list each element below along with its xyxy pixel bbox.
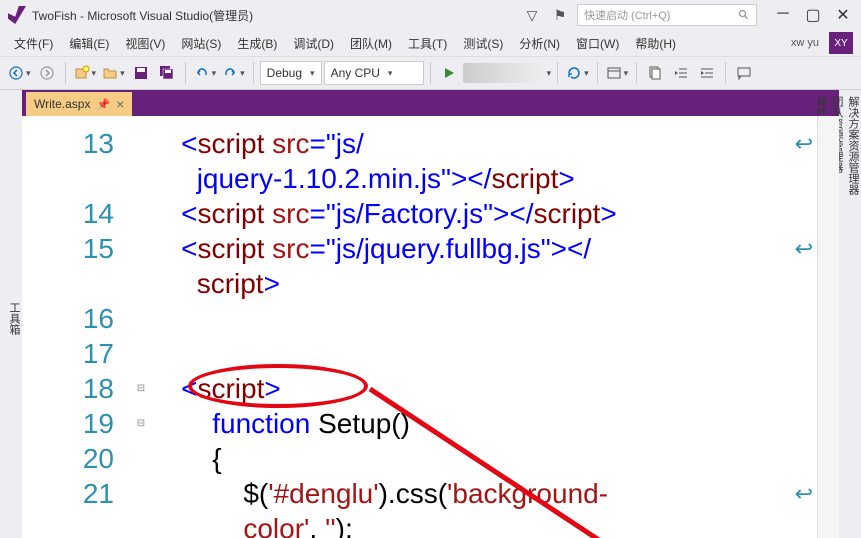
menu-edit[interactable]: 编辑(E) bbox=[63, 33, 115, 54]
document-tab[interactable]: Write.aspx 📌 × bbox=[26, 92, 132, 116]
user-name[interactable]: xw yu bbox=[791, 37, 819, 49]
config-dropdown[interactable]: Debug▾ bbox=[260, 61, 322, 85]
menu-team[interactable]: 团队(M) bbox=[344, 33, 398, 54]
tab-close-icon[interactable]: × bbox=[116, 96, 124, 112]
wrap-glyph-icon: ↩ bbox=[795, 481, 813, 507]
menu-debug[interactable]: 调试(D) bbox=[287, 33, 340, 54]
window-title: TwoFish - Microsoft Visual Studio(管理员) bbox=[32, 7, 253, 24]
fold-gutter: ⊟⊟ bbox=[132, 116, 150, 538]
code-content[interactable]: <script src="js/ jquery-1.10.2.min.js"><… bbox=[150, 116, 817, 538]
menu-analyze[interactable]: 分析(N) bbox=[513, 33, 566, 54]
menu-window[interactable]: 窗口(W) bbox=[570, 33, 625, 54]
undo-button[interactable]: ▾ bbox=[192, 61, 219, 85]
right-panel-tabs: 解决方案资源管理器 团队资源管理器 属性 bbox=[839, 90, 861, 538]
toolbox-panel-tab[interactable]: 工具箱 bbox=[0, 90, 22, 538]
new-project-button[interactable]: ▾ bbox=[72, 61, 99, 85]
scrollbar[interactable] bbox=[817, 116, 839, 538]
copy-button[interactable] bbox=[643, 61, 667, 85]
solution-explorer-tab[interactable]: 解决方案资源管理器 bbox=[845, 96, 861, 530]
comment-button[interactable] bbox=[732, 61, 756, 85]
menu-tools[interactable]: 工具(T) bbox=[402, 33, 453, 54]
outdent-button[interactable] bbox=[669, 61, 693, 85]
menu-view[interactable]: 视图(V) bbox=[119, 33, 171, 54]
browser-selector[interactable] bbox=[463, 63, 543, 83]
menu-test[interactable]: 测试(S) bbox=[457, 33, 509, 54]
toolbar: ▾ ▾ ▾ ▾ ▾ Debug▾ Any CPU▾ ▾ ▾ ▾ bbox=[0, 56, 861, 90]
feedback-icon[interactable]: ⚑ bbox=[549, 4, 571, 26]
user-avatar[interactable]: XY bbox=[829, 32, 853, 54]
open-button[interactable]: ▾ bbox=[100, 61, 127, 85]
nav-forward-button[interactable] bbox=[35, 61, 59, 85]
indent-button[interactable] bbox=[695, 61, 719, 85]
line-number-gutter: 131415161718192021 bbox=[22, 116, 132, 538]
minimize-button[interactable]: ─ bbox=[773, 5, 793, 25]
close-button[interactable]: ✕ bbox=[833, 5, 853, 25]
quick-launch-input[interactable]: 快速启动 (Ctrl+Q) bbox=[577, 4, 757, 26]
quick-launch-placeholder: 快速启动 (Ctrl+Q) bbox=[584, 7, 738, 23]
menu-file[interactable]: 文件(F) bbox=[8, 33, 59, 54]
menu-website[interactable]: 网站(S) bbox=[175, 33, 227, 54]
document-tab-well: Write.aspx 📌 × bbox=[22, 90, 839, 116]
tab-label: Write.aspx bbox=[34, 97, 90, 111]
maximize-button[interactable]: ▢ bbox=[803, 5, 823, 25]
titlebar: TwoFish - Microsoft Visual Studio(管理员) ▽… bbox=[0, 0, 861, 30]
save-button[interactable] bbox=[129, 61, 153, 85]
menubar: 文件(F) 编辑(E) 视图(V) 网站(S) 生成(B) 调试(D) 团队(M… bbox=[0, 30, 861, 56]
pin-icon[interactable]: 📌 bbox=[96, 98, 110, 111]
refresh-button[interactable]: ▾ bbox=[564, 61, 591, 85]
menu-build[interactable]: 生成(B) bbox=[231, 33, 283, 54]
start-dropdown[interactable]: ▾ bbox=[547, 68, 552, 79]
redo-button[interactable]: ▾ bbox=[220, 61, 247, 85]
platform-dropdown[interactable]: Any CPU▾ bbox=[324, 61, 424, 85]
menu-help[interactable]: 帮助(H) bbox=[629, 33, 682, 54]
save-all-button[interactable] bbox=[155, 61, 179, 85]
wrap-glyph-icon: ↩ bbox=[795, 236, 813, 262]
vs-logo-icon bbox=[8, 6, 26, 24]
notifications-icon[interactable]: ▽ bbox=[521, 4, 543, 26]
nav-back-button[interactable]: ▾ bbox=[6, 61, 33, 85]
main-area: 工具箱 Write.aspx 📌 × 131415161718192021 ⊟⊟… bbox=[0, 90, 861, 538]
start-button[interactable] bbox=[437, 61, 461, 85]
code-editor[interactable]: 131415161718192021 ⊟⊟ <script src="js/ j… bbox=[22, 116, 839, 538]
search-icon bbox=[738, 9, 750, 21]
browser-link-button[interactable]: ▾ bbox=[604, 61, 631, 85]
wrap-glyph-icon: ↩ bbox=[795, 131, 813, 157]
window-buttons: ─ ▢ ✕ bbox=[773, 5, 853, 25]
